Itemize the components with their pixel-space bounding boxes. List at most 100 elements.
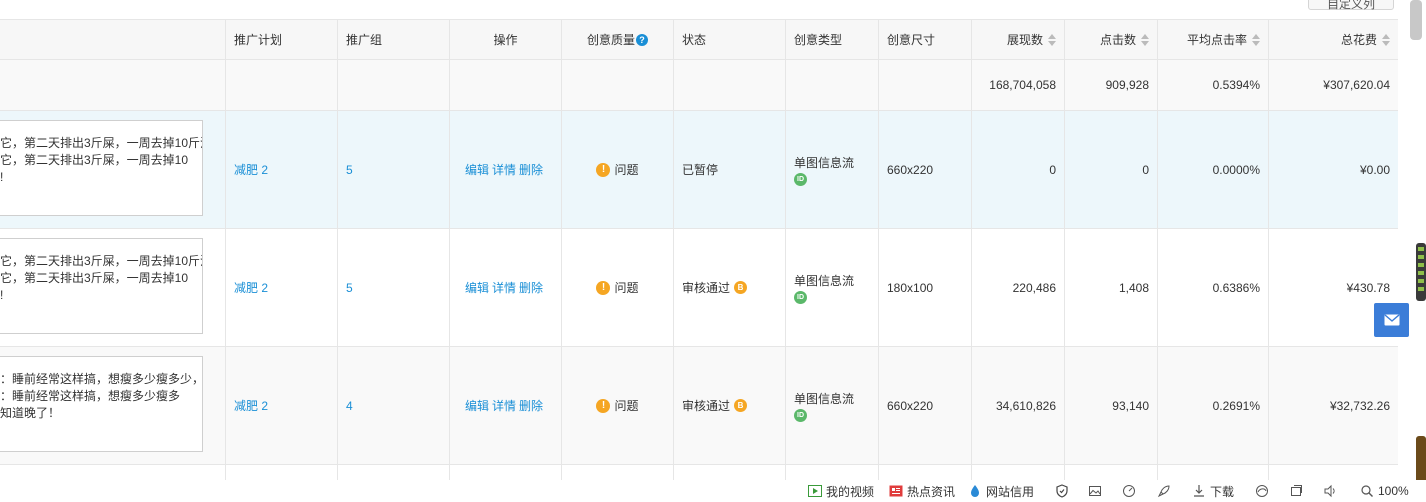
side-gauge-icon <box>1416 243 1426 301</box>
creative-line: 它，第二天排出3斤屎，一周去掉10斤油 <box>0 254 203 268</box>
group-link[interactable]: 4 <box>346 399 353 413</box>
type-cell: 单图信息流 ID <box>786 229 879 346</box>
summary-cost: ¥307,620.04 <box>1323 78 1390 92</box>
header-quality: 创意质量? <box>562 20 674 59</box>
plan-link[interactable]: 减肥 2 <box>234 279 268 296</box>
status-cell: 审核通过 B <box>674 347 786 464</box>
quality-text[interactable]: 问题 <box>614 397 638 414</box>
creative-cell: 它，第二天排出3斤屎，一周去掉10斤油 它，第二天排出3斤屎，一周去掉10 ! <box>0 229 226 346</box>
creative-line: ：睡前经常这样搞，想瘦多少瘦多 <box>0 389 181 403</box>
header-plan: 推广计划 <box>226 20 338 59</box>
zoom-label: 100% <box>1378 484 1409 498</box>
quality-cell: ! 问题 <box>562 111 674 228</box>
volume-button[interactable] <box>1323 480 1341 502</box>
header-impressions[interactable]: 展现数 <box>972 20 1065 59</box>
mail-button[interactable] <box>1374 303 1409 337</box>
header-ctr[interactable]: 平均点击率 <box>1158 20 1269 59</box>
warning-icon: ! <box>596 280 611 295</box>
creative-line: 它，第二天排出3斤屎，一周去掉10 <box>0 153 189 167</box>
creative-line: ! <box>0 288 4 302</box>
site-credit-item[interactable]: 网站信用 <box>968 480 1034 502</box>
plan-cell: 减肥 2 <box>226 347 338 464</box>
detail-link[interactable]: 详情 <box>492 397 516 414</box>
help-icon[interactable]: ? <box>636 33 648 46</box>
header-size: 创意尺寸 <box>879 20 972 59</box>
news-icon <box>889 485 903 497</box>
id-badge-icon: ID <box>794 408 807 422</box>
header-cost-label: 总花费 <box>1340 33 1377 47</box>
warning-icon: ! <box>596 162 611 177</box>
header-status: 状态 <box>674 20 786 59</box>
status-cell: 审核通过 B <box>674 229 786 346</box>
zoom-item[interactable]: 100% <box>1360 480 1409 502</box>
group-cell: 5 <box>338 111 450 228</box>
cost-cell: ¥0.00 <box>1359 162 1390 177</box>
window-button[interactable] <box>1289 480 1307 502</box>
quality-text[interactable]: 问题 <box>614 279 638 296</box>
browser-button[interactable] <box>1255 480 1273 502</box>
header-plan-label: 推广计划 <box>234 33 283 47</box>
creative-line: ! <box>0 170 4 184</box>
delete-link[interactable]: 删除 <box>519 397 543 414</box>
browser-statusbar: 我的视频 热点资讯 网站信用 下载 100% <box>0 480 1426 502</box>
table-row: ：睡前经常这样搞，想瘦多少瘦多少， ：睡前经常这样搞，想瘦多少瘦多 知道晚了！ … <box>0 347 1398 465</box>
creative-preview[interactable]: 它，第二天排出3斤屎，一周去掉10斤油 它，第二天排出3斤屎，一周去掉10 ! <box>0 120 203 216</box>
speed-button[interactable] <box>1122 480 1140 502</box>
edit-link[interactable]: 编辑 <box>465 161 489 178</box>
plan-link[interactable]: 减肥 2 <box>234 397 268 414</box>
sort-icon[interactable] <box>1048 33 1056 47</box>
header-type-label: 创意类型 <box>794 33 843 47</box>
operation-cell: 编辑 详情 删除 <box>450 347 562 464</box>
detail-link[interactable]: 详情 <box>492 161 516 178</box>
video-icon <box>808 485 822 497</box>
drop-icon <box>971 485 979 497</box>
shield-button[interactable] <box>1055 480 1073 502</box>
ctr-cell: 0.6386% <box>1158 229 1269 346</box>
sort-icon[interactable] <box>1252 33 1260 47</box>
quality-cell: ! 问题 <box>562 229 674 346</box>
creative-preview[interactable]: ：睡前经常这样搞，想瘦多少瘦多少， ：睡前经常这样搞，想瘦多少瘦多 知道晚了！ <box>0 356 203 452</box>
header-cost[interactable]: 总花费 <box>1269 20 1398 59</box>
download-item[interactable]: 下载 <box>1192 480 1234 502</box>
summary-ctr: 0.5394% <box>1158 60 1269 110</box>
delete-link[interactable]: 删除 <box>519 279 543 296</box>
image-button[interactable] <box>1088 480 1106 502</box>
type-cell: 单图信息流 ID <box>786 347 879 464</box>
id-badge-icon: ID <box>794 172 807 186</box>
volume-icon <box>1324 484 1335 498</box>
edit-link[interactable]: 编辑 <box>465 279 489 296</box>
hot-news-item[interactable]: 热点资讯 <box>889 480 955 502</box>
id-badge-icon: ID <box>794 290 807 304</box>
plan-link[interactable]: 减肥 2 <box>234 161 268 178</box>
rocket-button[interactable] <box>1157 480 1175 502</box>
header-size-label: 创意尺寸 <box>887 33 936 47</box>
size-cell: 660x220 <box>879 347 972 464</box>
header-clicks[interactable]: 点击数 <box>1065 20 1158 59</box>
summary-empty-cell <box>674 60 786 110</box>
group-link[interactable]: 5 <box>346 163 353 177</box>
top-toolbar: 自定义列 <box>0 0 1398 19</box>
quality-text[interactable]: 问题 <box>614 161 638 178</box>
custom-columns-button[interactable]: 自定义列 <box>1308 0 1394 11</box>
group-cell: 4 <box>338 347 450 464</box>
detail-link[interactable]: 详情 <box>492 279 516 296</box>
b-badge-icon: B <box>734 281 748 294</box>
scrollbar-thumb[interactable] <box>1410 0 1422 40</box>
my-video-item[interactable]: 我的视频 <box>808 480 874 502</box>
summary-empty-cell <box>226 60 338 110</box>
creative-line: ：睡前经常这样搞，想瘦多少瘦多少， <box>0 372 203 386</box>
delete-link[interactable]: 删除 <box>519 161 543 178</box>
table-header: 推广计划 推广组 操作 创意质量? 状态 创意类型 创意尺寸 展现数 点击数 平… <box>0 19 1398 60</box>
header-quality-label: 创意质量 <box>586 33 635 47</box>
group-link[interactable]: 5 <box>346 281 353 295</box>
header-creative <box>0 20 226 59</box>
type-cell: 单图信息流 ID <box>786 111 879 228</box>
sort-icon[interactable] <box>1382 33 1390 47</box>
ctr-cell: 0.2691% <box>1158 347 1269 464</box>
image-icon <box>1089 486 1101 496</box>
plan-cell: 减肥 2 <box>226 111 338 228</box>
sort-icon[interactable] <box>1141 33 1149 47</box>
edit-link[interactable]: 编辑 <box>465 397 489 414</box>
creative-preview[interactable]: 它，第二天排出3斤屎，一周去掉10斤油 它，第二天排出3斤屎，一周去掉10 ! <box>0 238 203 334</box>
group-cell: 5 <box>338 229 450 346</box>
